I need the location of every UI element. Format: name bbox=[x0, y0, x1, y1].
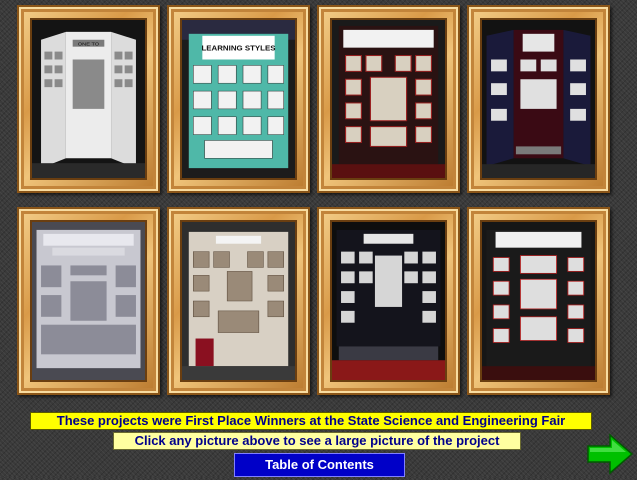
project-picture-7[interactable] bbox=[317, 207, 460, 395]
project-picture-5[interactable] bbox=[17, 207, 160, 395]
project-photo bbox=[480, 18, 597, 180]
project-photo bbox=[330, 18, 447, 180]
project-picture-4[interactable] bbox=[467, 5, 610, 193]
table-of-contents-button[interactable]: Table of Contents bbox=[234, 453, 405, 477]
instruction-text: Click any picture above to see a large p… bbox=[113, 432, 521, 450]
board-title-text: ONE TO bbox=[78, 42, 99, 48]
project-picture-1[interactable]: ONE TO bbox=[17, 5, 160, 193]
project-photo bbox=[30, 220, 147, 382]
project-picture-2[interactable]: LEARNING STYLES bbox=[167, 5, 310, 193]
project-photo bbox=[480, 220, 597, 382]
project-photo bbox=[180, 220, 297, 382]
project-photo bbox=[330, 220, 447, 382]
winners-banner: These projects were First Place Winners … bbox=[30, 412, 592, 430]
project-picture-3[interactable] bbox=[317, 5, 460, 193]
green-right-arrow-icon bbox=[587, 433, 634, 475]
project-photo: LEARNING STYLES bbox=[180, 18, 297, 180]
board-title-text: LEARNING STYLES bbox=[201, 44, 275, 52]
project-picture-8[interactable] bbox=[467, 207, 610, 395]
next-page-button[interactable] bbox=[586, 433, 634, 475]
project-photo: ONE TO bbox=[30, 18, 147, 180]
project-picture-6[interactable] bbox=[167, 207, 310, 395]
